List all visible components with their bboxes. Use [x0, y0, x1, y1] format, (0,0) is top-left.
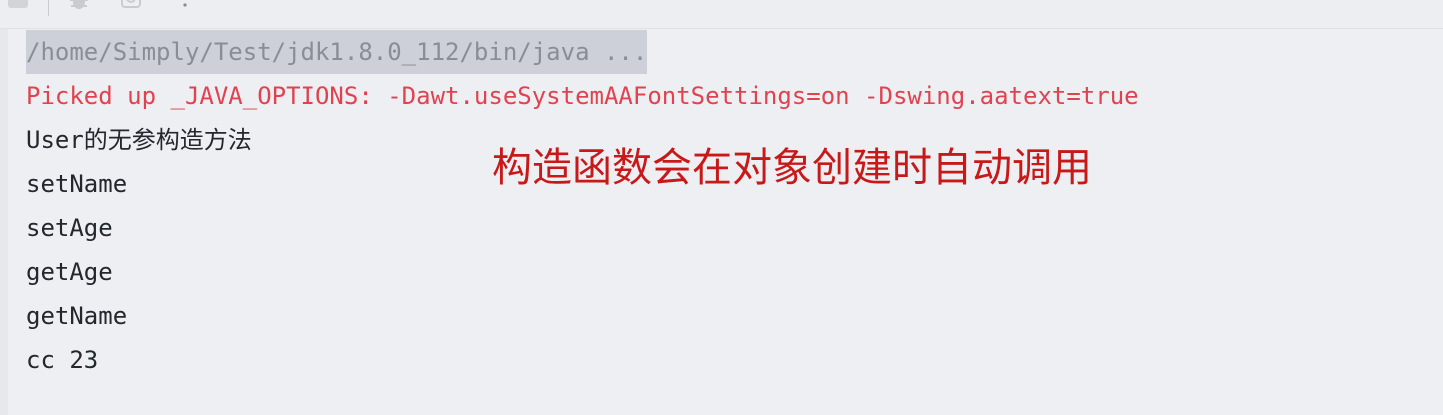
- error-line: Picked up _JAVA_OPTIONS: -Dawt.useSystem…: [26, 82, 1139, 110]
- output-line: getName: [26, 302, 128, 330]
- console-output[interactable]: /home/Simply/Test/jdk1.8.0_112/bin/java …: [26, 30, 1426, 382]
- command-text: /home/Simply/Test/jdk1.8.0_112/bin/java …: [26, 30, 648, 74]
- camera-icon[interactable]: [120, 0, 142, 10]
- command-line: /home/Simply/Test/jdk1.8.0_112/bin/java …: [26, 30, 1426, 74]
- stop-icon[interactable]: [8, 0, 28, 8]
- console-gutter: [0, 29, 8, 415]
- console-toolbar: [0, 0, 1443, 29]
- debug-icon[interactable]: [68, 0, 90, 10]
- toolbar-separator: [48, 0, 49, 16]
- annotation-note: 构造函数会在对象创建时自动调用: [492, 145, 1092, 191]
- output-line: getAge: [26, 258, 113, 286]
- output-line: setAge: [26, 214, 113, 242]
- more-icon[interactable]: [178, 0, 192, 12]
- output-line: cc 23: [26, 346, 99, 374]
